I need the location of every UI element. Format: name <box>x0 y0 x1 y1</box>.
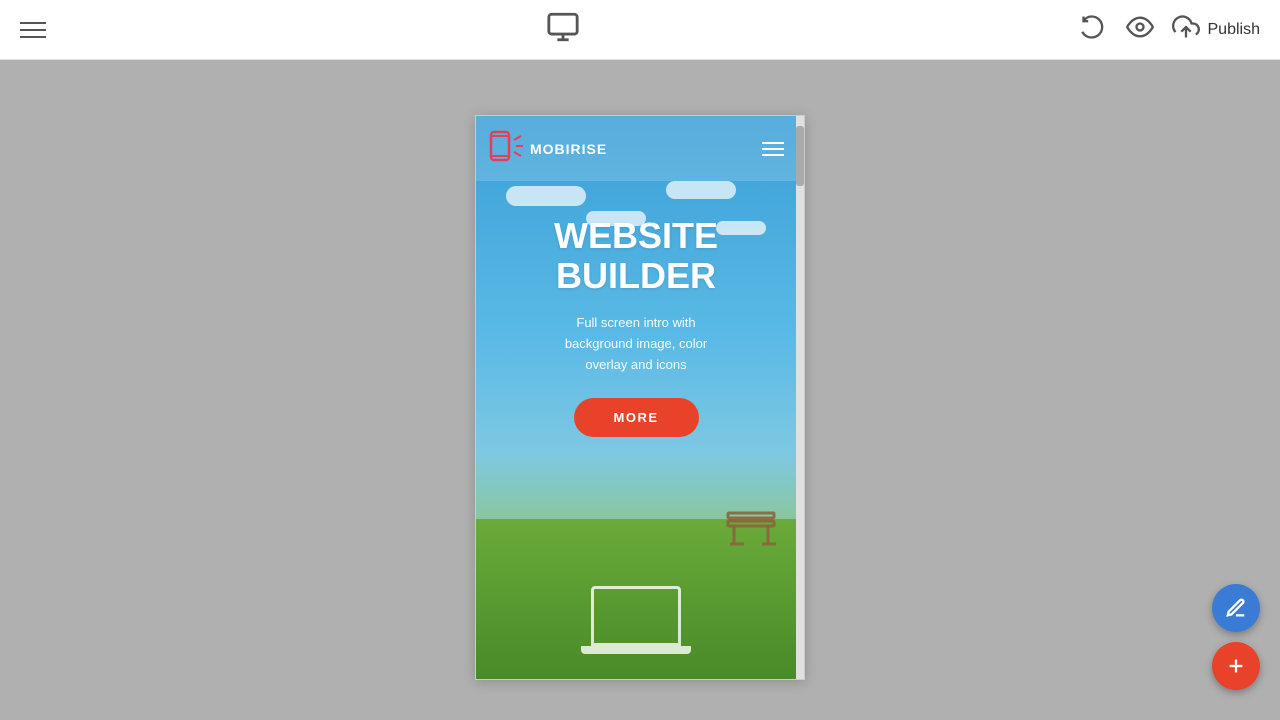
preview-scrollbar[interactable] <box>796 116 804 679</box>
preview-nav: MOBIRISE <box>476 116 796 181</box>
undo-icon[interactable] <box>1080 13 1108 46</box>
preview-headline: WEBSITE BUILDER <box>554 216 718 295</box>
add-fab-button[interactable] <box>1212 642 1260 690</box>
toolbar: Publish <box>0 0 1280 60</box>
preview-eye-icon[interactable] <box>1126 13 1154 46</box>
cloud-upload-icon <box>1172 13 1200 46</box>
preview-subtext: Full screen intro withbackground image, … <box>565 313 707 375</box>
edit-fab-button[interactable] <box>1212 584 1260 632</box>
add-plus-icon <box>1225 655 1247 677</box>
preview-scrollbar-thumb <box>796 126 804 186</box>
fab-container <box>1212 584 1260 690</box>
mobirise-logo-icon <box>488 128 524 169</box>
toolbar-center <box>546 10 580 49</box>
canvas: MOBIRISE WEBSITE BUILDER Full screen int… <box>0 60 1280 720</box>
mobile-preview: MOBIRISE WEBSITE BUILDER Full screen int… <box>475 115 805 680</box>
preview-bottom <box>476 579 796 679</box>
publish-button[interactable]: Publish <box>1172 13 1260 46</box>
preview-logo-text: MOBIRISE <box>530 141 607 157</box>
preview-logo: MOBIRISE <box>488 128 607 169</box>
laptop-base-outline <box>581 646 691 654</box>
laptop-screen-outline <box>591 586 681 646</box>
toolbar-left <box>20 22 46 38</box>
hamburger-menu-icon[interactable] <box>20 22 46 38</box>
preview-bench <box>726 509 776 549</box>
edit-pencil-icon <box>1225 597 1247 619</box>
preview-hamburger-icon[interactable] <box>762 142 784 156</box>
preview-more-button[interactable]: MORE <box>574 398 699 437</box>
toolbar-right: Publish <box>1080 13 1260 46</box>
preview-content: WEBSITE BUILDER Full screen intro withba… <box>476 196 796 437</box>
publish-label: Publish <box>1208 21 1260 39</box>
monitor-icon[interactable] <box>546 10 580 49</box>
